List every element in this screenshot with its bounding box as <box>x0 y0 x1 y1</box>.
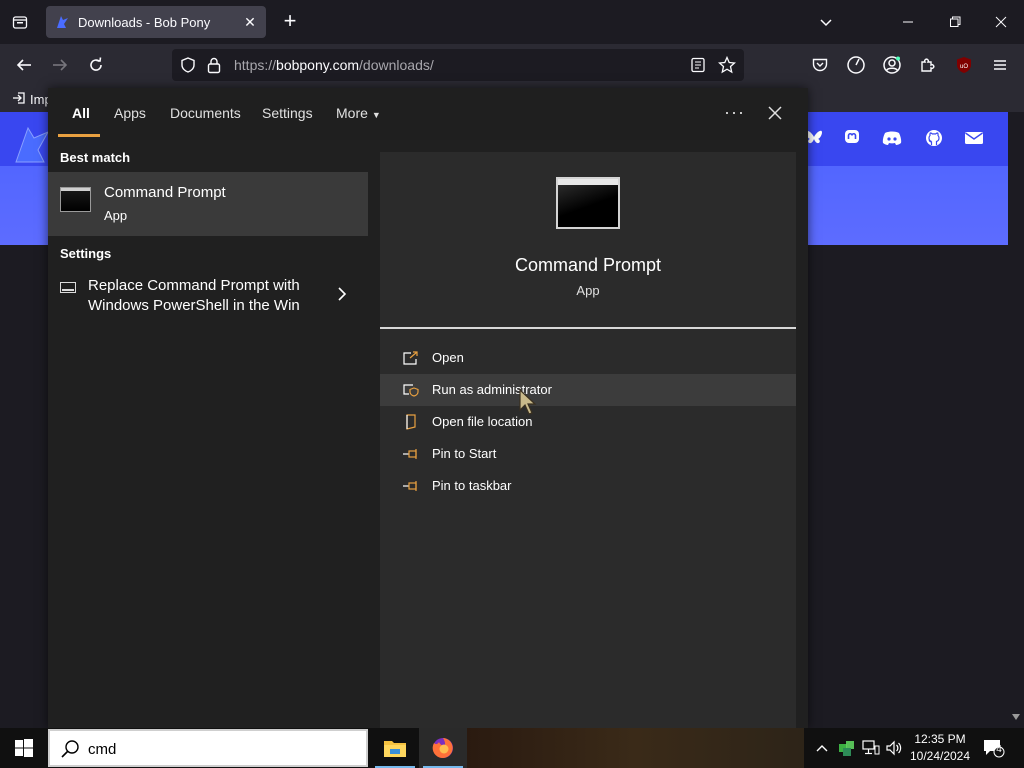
browser-tab-active[interactable]: Downloads - Bob Pony ✕ <box>46 6 266 38</box>
back-arrow-icon[interactable] <box>12 53 36 77</box>
taskbar-file-explorer[interactable] <box>371 728 419 768</box>
tab-apps[interactable]: Apps <box>114 105 146 121</box>
action-pin-to-taskbar-label: Pin to taskbar <box>432 478 512 493</box>
open-icon <box>402 350 420 366</box>
chevron-right-icon <box>336 286 348 302</box>
site-logo-icon[interactable] <box>12 124 50 169</box>
tab-more[interactable]: More ▼ <box>336 105 381 121</box>
action-pin-to-start[interactable]: Pin to Start <box>380 438 796 470</box>
search-filter-tabs: All Apps Documents Settings More ▼ ··· <box>48 88 808 140</box>
search-input[interactable] <box>88 738 348 760</box>
chevron-down-icon: ▼ <box>371 110 381 120</box>
active-tab-indicator <box>58 134 100 137</box>
start-windows-icon[interactable] <box>0 728 48 768</box>
taskbar-firefox[interactable] <box>419 728 467 768</box>
list-all-tabs-icon[interactable] <box>814 10 838 34</box>
mouse-cursor-icon <box>518 388 540 418</box>
action-open[interactable]: Open <box>380 342 796 374</box>
scroll-down-arrow-icon[interactable] <box>1011 708 1021 726</box>
show-hidden-icons-chevron-up-icon[interactable] <box>812 728 832 768</box>
action-pin-to-taskbar[interactable]: Pin to taskbar <box>380 470 796 502</box>
more-options-icon[interactable]: ··· <box>724 102 745 123</box>
browser-nav-bar: https://bobpony.com/downloads/ uO <box>0 44 1024 86</box>
windows-search-panel: All Apps Documents Settings More ▼ ··· Be… <box>48 88 808 728</box>
taskbar-search-box[interactable] <box>48 729 368 767</box>
tab-close-icon[interactable]: ✕ <box>242 14 258 30</box>
tab-all[interactable]: All <box>72 105 90 121</box>
result-preview-pane: Command Prompt App Open Run as administr… <box>380 152 796 728</box>
preview-title: Command Prompt <box>514 255 662 275</box>
account-icon[interactable] <box>880 53 904 77</box>
lock-icon[interactable] <box>206 56 222 79</box>
vmware-tools-icon[interactable] <box>836 728 858 768</box>
svg-text:uO: uO <box>960 64 968 70</box>
action-open-file-location[interactable]: Open file location <box>380 406 796 438</box>
best-match-title: Command Prompt <box>104 184 226 201</box>
import-icon <box>12 91 26 108</box>
close-window-icon[interactable] <box>989 10 1013 34</box>
notification-count: 4 <box>996 744 1002 755</box>
forward-arrow-icon[interactable] <box>48 53 72 77</box>
reader-view-icon[interactable] <box>690 57 706 78</box>
best-match-result[interactable]: Command Prompt App <box>48 172 368 236</box>
windows-taskbar: 12:35 PM 10/24/2024 4 <box>0 728 1024 768</box>
import-bookmarks-item[interactable]: Imp <box>12 91 52 108</box>
preview-subtitle: App <box>576 283 600 298</box>
action-open-label: Open <box>432 350 464 365</box>
tab-list-icon[interactable] <box>8 10 32 34</box>
search-results-list: Best match Command Prompt App Settings R… <box>48 140 368 728</box>
command-prompt-icon <box>60 187 91 212</box>
pocket-icon[interactable] <box>808 53 832 77</box>
github-icon[interactable] <box>924 128 944 148</box>
settings-header: Settings <box>60 246 112 261</box>
network-icon[interactable] <box>860 728 882 768</box>
best-match-header: Best match <box>60 150 131 165</box>
page-scrollbar[interactable] <box>1008 112 1024 728</box>
timer-extension-icon[interactable] <box>844 53 868 77</box>
discord-icon[interactable] <box>882 128 902 148</box>
email-icon[interactable] <box>964 128 984 148</box>
display-settings-icon <box>60 282 76 293</box>
best-match-subtitle: App <box>104 208 128 223</box>
reload-icon[interactable] <box>84 53 108 77</box>
tab-settings[interactable]: Settings <box>262 105 313 121</box>
url-scheme: https:// <box>234 57 277 73</box>
pin-icon <box>402 446 420 462</box>
new-tab-button[interactable]: + <box>280 10 300 32</box>
folder-icon <box>402 414 420 430</box>
url-bar[interactable]: https://bobpony.com/downloads/ <box>172 49 744 81</box>
action-run-as-administrator[interactable]: Run as administrator <box>380 374 796 406</box>
taskbar-wallpaper-peek <box>464 728 804 768</box>
browser-tab-strip: Downloads - Bob Pony ✕ + <box>0 0 1024 44</box>
bookmark-star-icon[interactable] <box>717 55 737 79</box>
close-icon[interactable] <box>764 102 786 124</box>
taskbar-clock[interactable]: 12:35 PM 10/24/2024 <box>900 731 980 765</box>
url-text[interactable]: https://bobpony.com/downloads/ <box>234 57 434 73</box>
tab-title: Downloads - Bob Pony <box>78 14 211 30</box>
ublock-origin-icon[interactable]: uO <box>952 53 976 77</box>
clock-date: 10/24/2024 <box>909 749 971 763</box>
mastodon-icon[interactable] <box>842 128 862 148</box>
pin-icon <box>402 478 420 494</box>
setting-result-label: Replace Command Prompt with Windows Powe… <box>88 277 300 314</box>
extensions-puzzle-icon[interactable] <box>916 53 940 77</box>
shield-icon <box>402 382 420 398</box>
command-prompt-large-icon <box>556 177 620 229</box>
notifications-icon[interactable]: 4 <box>980 728 1008 768</box>
menu-hamburger-icon[interactable] <box>988 53 1012 77</box>
search-icon <box>60 739 80 759</box>
minimize-icon[interactable] <box>896 10 920 34</box>
tab-more-label: More <box>336 105 368 121</box>
preview-divider <box>380 327 796 329</box>
tab-documents[interactable]: Documents <box>170 105 241 121</box>
restore-icon[interactable] <box>943 10 967 34</box>
clock-time: 12:35 PM <box>914 732 966 746</box>
bobpony-favicon-icon <box>54 14 70 30</box>
action-pin-to-start-label: Pin to Start <box>432 446 497 461</box>
setting-result-powershell[interactable]: Replace Command Prompt with Windows Powe… <box>48 276 368 322</box>
url-host: bobpony.com <box>276 57 360 73</box>
tracking-shield-icon[interactable] <box>180 57 196 78</box>
url-path: /downloads/ <box>359 57 434 73</box>
